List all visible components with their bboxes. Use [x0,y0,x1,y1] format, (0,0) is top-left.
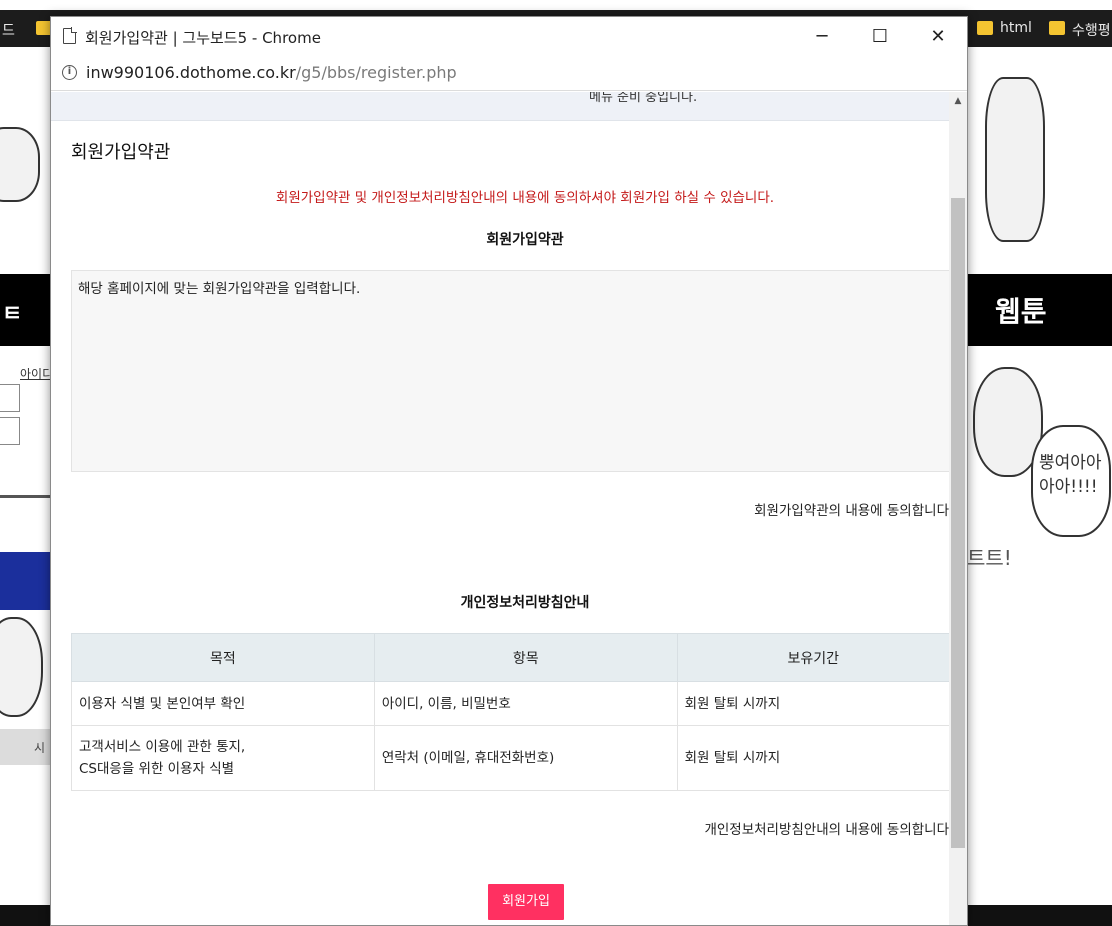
bookmark-html[interactable]: html [1000,20,1032,36]
background-login-link[interactable]: 아이디 [20,365,50,382]
title-bar: 회원가입약관 | 그누보드5 - Chrome ─ ☐ ✕ [51,17,967,55]
bookmark-fragment-left[interactable]: 드 [2,20,15,40]
cell-purpose: 고객서비스 이용에 관한 통지, CS대응을 위한 이용자 식별 [71,725,375,791]
cell-purpose-line: CS대응을 위한 이용자 식별 [79,761,235,777]
bookmark-suhaeng[interactable]: 수행평 [1072,20,1111,40]
column-header-period: 보유기간 [676,633,949,682]
background-black-band: ㅌ [0,274,50,346]
background-webtoon-band: 웹툰 [967,274,1112,346]
cell-period: 회원 탈퇴 시까지 [676,681,949,726]
background-page-right: 웹툰 뿡여아아 아아!!!! 트트! [967,47,1112,926]
close-button[interactable]: ✕ [909,17,967,55]
scroll-up-arrow-icon[interactable]: ▲ [949,92,967,110]
window-title: 회원가입약관 | 그누보드5 - Chrome [85,29,321,47]
terms-section-title: 회원가입약관 [486,232,564,248]
cell-period: 회원 탈퇴 시까지 [676,725,949,791]
cell-purpose: 이용자 식별 및 본인여부 확인 [71,681,375,726]
divider [0,495,50,498]
speech-bubble: 뿡여아아 아아!!!! [1031,425,1111,537]
folder-icon [977,21,993,35]
privacy-agree-label[interactable]: 개인정보처리방침안내의 내용에 동의합니다 [704,818,949,838]
cell-purpose-line: 이용자 식별 및 본인여부 확인 [79,695,246,712]
background-page-left: ㅌ 아이디 시 [0,47,50,926]
cartoon-face [0,617,43,717]
address-bar[interactable]: i inw990106.dothome.co.kr/g5/bbs/registe… [51,55,967,91]
page-content: 메뉴 준비 중입니다. 회원가입약관 회원가입약관 및 개인정보처리방침안내의 … [51,92,949,925]
table-row: 이용자 식별 및 본인여부 확인 아이디, 이름, 비밀번호 회원 탈퇴 시까지 [71,681,949,726]
document-icon [63,27,77,44]
background-input[interactable] [0,384,20,412]
table-header-row: 목적 항목 보유기간 [71,633,949,682]
info-icon[interactable]: i [62,65,77,80]
folder-icon [1049,21,1065,35]
agreement-warning: 회원가입약관 및 개인정보처리방침안내의 내용에 동의하셔야 회원가입 하실 수… [275,190,775,206]
background-banner [0,552,50,610]
background-top-strip [0,0,1112,10]
minimize-button[interactable]: ─ [793,17,851,55]
url-host: inw990106.dothome.co.kr [86,63,296,82]
background-gray-tab[interactable]: 시 [0,729,50,765]
cell-items: 아이디, 이름, 비밀번호 [373,681,678,726]
register-submit-button[interactable]: 회원가입 [488,884,564,920]
table-row: 고객서비스 이용에 관한 통지, CS대응을 위한 이용자 식별 연락처 (이메일… [71,725,949,791]
terms-text: 해당 홈페이지에 맞는 회원가입약관을 입력합니다. [78,281,361,297]
url-path: /g5/bbs/register.php [295,63,457,82]
notice-text: 메뉴 준비 중입니다. [589,92,698,105]
scrollbar-thumb[interactable] [951,198,965,848]
column-header-purpose: 목적 [71,633,375,682]
vertical-scrollbar[interactable]: ▲ [949,92,967,925]
background-input[interactable] [0,417,20,445]
terms-textarea[interactable]: 해당 홈페이지에 맞는 회원가입약관을 입력합니다. [71,270,949,472]
url-text[interactable]: inw990106.dothome.co.kr/g5/bbs/register.… [86,63,457,82]
cell-items: 연락처 (이메일, 휴대전화번호) [373,725,678,791]
cartoon-sketch [0,127,40,202]
cell-purpose-line: 고객서비스 이용에 관한 통지, [79,739,246,755]
cartoon-sketch [985,77,1045,242]
page-title: 회원가입약관 [71,142,171,163]
notice-strip: 메뉴 준비 중입니다. [51,92,949,121]
chrome-popup-window: 회원가입약관 | 그누보드5 - Chrome ─ ☐ ✕ i inw99010… [50,16,968,926]
terms-agree-label[interactable]: 회원가입약관의 내용에 동의합니다 [754,499,949,519]
privacy-section-title: 개인정보처리방침안내 [460,595,590,611]
column-header-items: 항목 [373,633,678,682]
privacy-table: 목적 항목 보유기간 이용자 식별 및 본인여부 확인 아이디, 이름, 비밀번… [71,633,949,791]
maximize-button[interactable]: ☐ [851,17,909,55]
sound-effect-text: 트트! [967,546,1012,570]
